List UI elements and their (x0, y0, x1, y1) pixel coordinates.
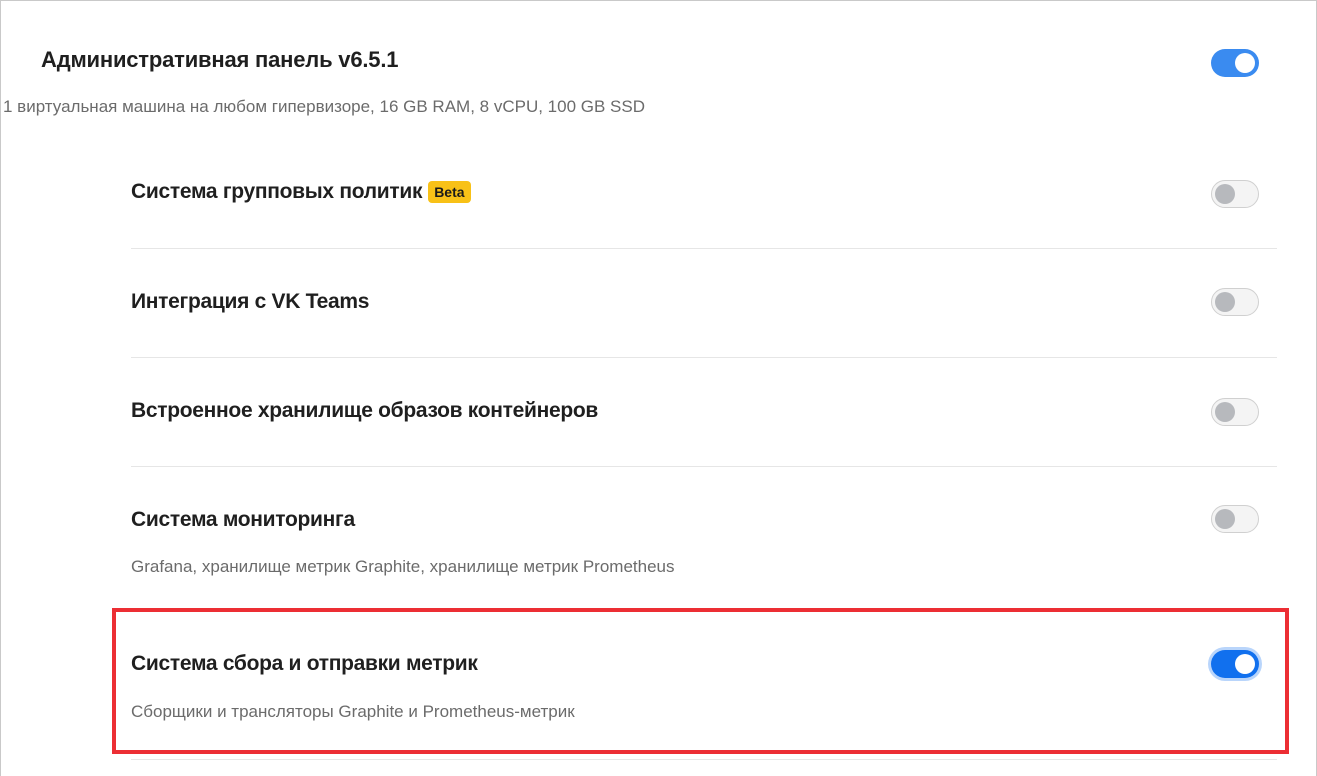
group-policy-row-title: Система групповых политик Beta (131, 180, 471, 204)
admin-panel-toggle[interactable] (1211, 49, 1259, 77)
highlight-box (112, 608, 1289, 754)
toggle-knob (1215, 184, 1235, 204)
monitoring-description: Grafana, хранилище метрик Graphite, хран… (131, 557, 675, 576)
row-divider (131, 466, 1277, 467)
row-divider (131, 357, 1277, 358)
vk-teams-toggle[interactable] (1211, 288, 1259, 316)
row-divider (131, 759, 1277, 760)
toggle-knob (1215, 292, 1235, 312)
admin-panel-row: Административная панель v6.5.1 1 виртуал… (3, 47, 1316, 137)
toggle-knob (1215, 402, 1235, 422)
admin-panel-title: Административная панель v6.5.1 (41, 47, 399, 72)
group-policy-title: Система групповых политик (131, 180, 423, 203)
container-registry-title: Встроенное хранилище образов контейнеров (131, 399, 599, 422)
group-policy-toggle[interactable] (1211, 180, 1259, 208)
beta-badge: Beta (428, 181, 471, 203)
monitoring-toggle[interactable] (1211, 505, 1259, 533)
toggle-knob (1215, 509, 1235, 529)
container-registry-toggle[interactable] (1211, 398, 1259, 426)
admin-panel-description: 1 виртуальная машина на любом гипервизор… (3, 97, 645, 116)
row-divider (131, 248, 1277, 249)
toggle-knob (1235, 53, 1255, 73)
settings-panel: Административная панель v6.5.1 1 виртуал… (0, 0, 1317, 776)
monitoring-title: Система мониторинга (131, 508, 355, 531)
vk-teams-title: Интеграция с VK Teams (131, 290, 370, 313)
